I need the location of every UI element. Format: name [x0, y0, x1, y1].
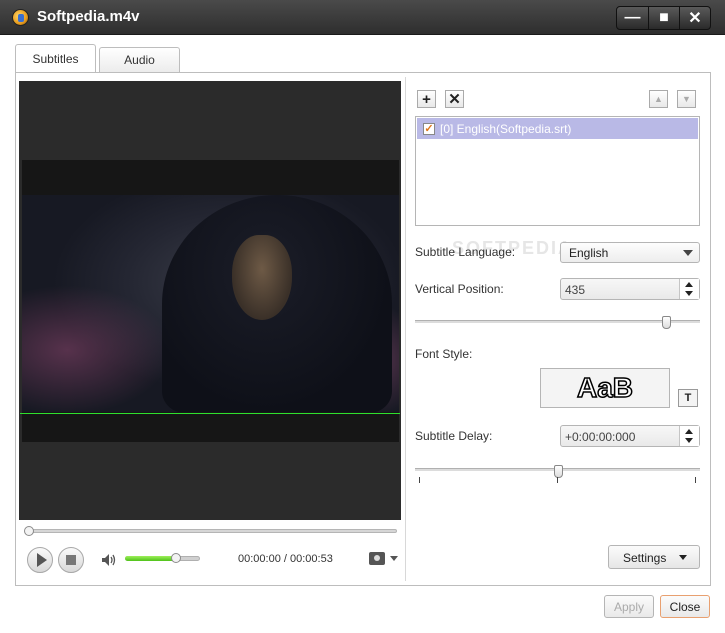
- letterbox-bottom: [22, 412, 399, 442]
- subtitle-checkbox[interactable]: ✓: [423, 122, 435, 135]
- font-style-label: Font Style:: [415, 347, 473, 361]
- snapshot-dropdown-arrow-icon[interactable]: [390, 556, 398, 561]
- vertical-position-slider[interactable]: [415, 320, 700, 323]
- subtitle-delay-stepper[interactable]: +0:00:00:000: [560, 425, 700, 447]
- maximize-button[interactable]: ■: [648, 7, 679, 29]
- subtitle-language-value: English: [569, 246, 609, 260]
- minimize-button[interactable]: —: [617, 7, 648, 29]
- play-button[interactable]: [27, 547, 53, 573]
- letterbox-top: [22, 160, 399, 195]
- spin-down-icon[interactable]: [685, 438, 693, 443]
- volume-icon[interactable]: [101, 553, 117, 567]
- vertical-position-stepper[interactable]: 435: [560, 278, 700, 300]
- spin-up-icon[interactable]: [685, 282, 693, 287]
- subtitle-delay-spin[interactable]: [679, 426, 699, 446]
- figure-face: [232, 235, 292, 320]
- move-up-button[interactable]: ▲: [649, 90, 668, 108]
- vertical-position-value: 435: [565, 283, 586, 297]
- font-settings-button[interactable]: T: [678, 389, 698, 407]
- spin-up-icon[interactable]: [685, 429, 693, 434]
- subtitle-language-label: Subtitle Language:: [415, 245, 516, 259]
- subtitle-item-label: [0] English(Softpedia.srt): [440, 121, 572, 136]
- snapshot-camera-icon[interactable]: [369, 552, 385, 565]
- tab-subtitles[interactable]: Subtitles: [15, 44, 96, 73]
- play-icon: [36, 553, 47, 567]
- subtitle-position-line[interactable]: [20, 413, 400, 414]
- list-item[interactable]: ✓ [0] English(Softpedia.srt): [417, 118, 698, 139]
- settings-button[interactable]: Settings: [608, 545, 700, 569]
- stop-icon: [66, 555, 76, 565]
- subtitle-language-select[interactable]: English: [560, 242, 700, 263]
- close-window-button[interactable]: ✕: [679, 7, 710, 29]
- remove-subtitle-button[interactable]: ✕: [445, 90, 464, 108]
- volume-handle[interactable]: [171, 553, 181, 563]
- delay-tick-mid: [557, 477, 558, 483]
- vertical-position-label: Vertical Position:: [415, 282, 504, 296]
- close-button[interactable]: Close: [660, 595, 710, 618]
- chevron-down-icon: [683, 250, 693, 256]
- vertical-position-spin[interactable]: [679, 279, 699, 299]
- settings-button-label: Settings: [623, 551, 667, 565]
- subtitle-delay-label: Subtitle Delay:: [415, 429, 493, 443]
- apply-button[interactable]: Apply: [604, 595, 654, 618]
- window-title: Softpedia.m4v: [37, 8, 140, 25]
- vertical-position-handle[interactable]: [662, 316, 671, 329]
- volume-level: [125, 556, 176, 561]
- subtitle-delay-handle[interactable]: [554, 465, 563, 478]
- stop-button[interactable]: [58, 547, 84, 573]
- title-bar: Softpedia.m4v — ■ ✕: [0, 0, 725, 35]
- panel-divider: [405, 77, 406, 581]
- subtitle-list[interactable]: ✓ [0] English(Softpedia.srt): [415, 116, 700, 226]
- tab-bar: Subtitles Audio: [15, 44, 180, 73]
- font-style-preview: AaB: [540, 368, 670, 408]
- add-subtitle-button[interactable]: +: [417, 90, 436, 108]
- delay-tick-min: [419, 477, 420, 483]
- app-icon: [12, 9, 29, 26]
- video-preview: [19, 81, 401, 520]
- seek-handle[interactable]: [24, 526, 34, 536]
- video-frame: [22, 195, 399, 413]
- chevron-down-icon: [679, 555, 687, 560]
- delay-tick-max: [695, 477, 696, 483]
- spin-down-icon[interactable]: [685, 291, 693, 296]
- font-preview-text: AaB: [576, 371, 634, 404]
- window-controls: — ■ ✕: [616, 6, 711, 30]
- tab-audio[interactable]: Audio: [99, 47, 180, 72]
- time-display: 00:00:00 / 00:00:53: [238, 553, 333, 565]
- move-down-button[interactable]: ▼: [677, 90, 696, 108]
- seek-bar[interactable]: [26, 529, 397, 533]
- subtitle-delay-value: +0:00:00:000: [565, 430, 636, 444]
